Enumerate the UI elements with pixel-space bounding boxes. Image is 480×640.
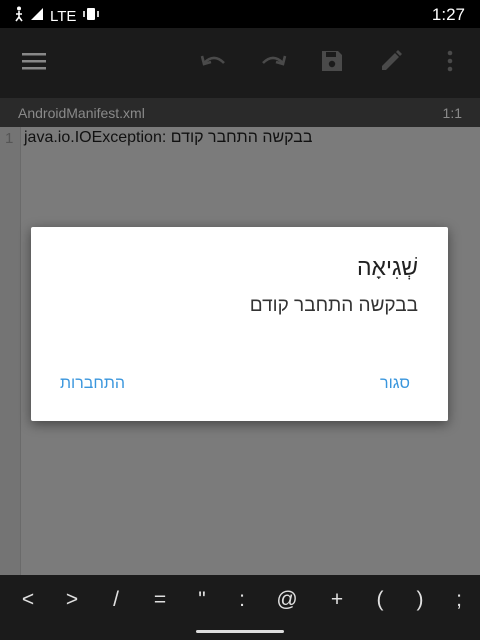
status-icons: LTE <box>14 6 100 26</box>
accessibility-icon <box>14 6 24 26</box>
menu-button[interactable] <box>10 28 58 98</box>
save-button[interactable] <box>308 28 356 98</box>
gesture-nav-handle[interactable] <box>196 630 284 633</box>
connect-button[interactable]: התחברות <box>60 375 125 393</box>
undo-button[interactable] <box>190 28 238 98</box>
undo-icon <box>200 51 228 76</box>
redo-icon <box>259 51 287 76</box>
menu-icon <box>21 51 47 76</box>
edit-icon <box>379 49 403 78</box>
app-toolbar <box>0 28 480 98</box>
edit-button[interactable] <box>367 28 415 98</box>
line-number: 1 <box>5 130 14 147</box>
key-less-than[interactable]: < <box>8 588 48 612</box>
key-quote[interactable]: " <box>182 588 222 612</box>
file-name-tab[interactable]: AndroidManifest.xml <box>18 105 145 121</box>
cursor-position: 1:1 <box>442 105 462 121</box>
signal-icon <box>30 7 44 25</box>
status-bar: LTE 1:27 <box>0 0 480 28</box>
key-equals[interactable]: = <box>140 588 180 612</box>
more-options-button[interactable] <box>426 28 474 98</box>
dialog-message: בבקשה התחבר קודם <box>249 295 418 316</box>
line-gutter: 1 <box>0 127 21 575</box>
save-icon <box>320 49 344 78</box>
more-vert-icon <box>446 49 454 78</box>
close-button[interactable]: סגור <box>380 375 410 393</box>
key-close-paren[interactable]: ) <box>400 588 440 612</box>
network-type-label: LTE <box>50 7 77 25</box>
key-colon[interactable]: : <box>222 588 262 612</box>
redo-button[interactable] <box>249 28 297 98</box>
key-semicolon[interactable]: ; <box>439 588 479 612</box>
vibrate-icon <box>82 7 100 25</box>
file-tab-bar: AndroidManifest.xml 1:1 <box>0 98 480 127</box>
key-greater-than[interactable]: > <box>52 588 92 612</box>
dialog-title: שְׁגִיאָה <box>356 254 418 280</box>
key-open-paren[interactable]: ( <box>360 588 400 612</box>
error-dialog: שְׁגִיאָה בבקשה התחבר קודם סגור התחברות <box>31 227 448 421</box>
key-slash[interactable]: / <box>96 588 136 612</box>
clock: 1:27 <box>431 5 465 24</box>
code-line[interactable]: java.io.IOException: בבקשה התחבר קודם <box>24 129 312 147</box>
key-at[interactable]: @ <box>267 588 307 612</box>
key-plus[interactable]: + <box>317 588 357 612</box>
